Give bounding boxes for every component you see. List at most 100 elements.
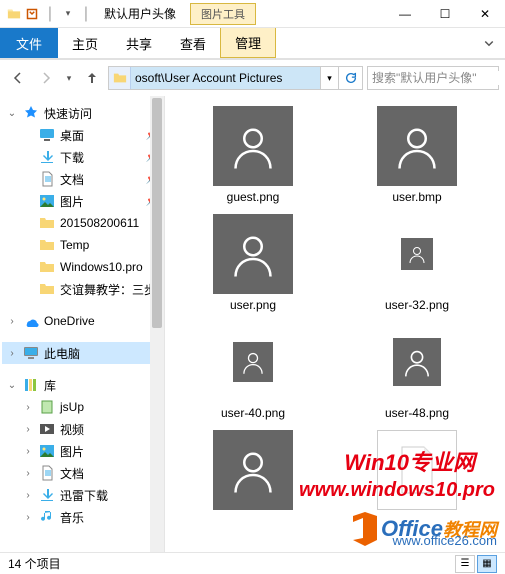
scrollbar-thumb[interactable] bbox=[152, 98, 162, 328]
tree-scrollbar[interactable] bbox=[150, 96, 164, 552]
chevron-icon[interactable]: › bbox=[22, 446, 34, 457]
search-bar[interactable]: ⌕ bbox=[367, 66, 499, 90]
address-bar[interactable]: ▾ bbox=[108, 66, 363, 90]
file-item[interactable]: guest.png bbox=[213, 106, 293, 204]
maximize-button[interactable]: ☐ bbox=[425, 0, 465, 28]
close-button[interactable]: ✕ bbox=[465, 0, 505, 28]
tree-quick-access[interactable]: ⌄ 快速访问 bbox=[2, 102, 164, 124]
tree-thispc[interactable]: › 此电脑 bbox=[2, 342, 164, 364]
file-item[interactable] bbox=[213, 430, 293, 514]
downloads-icon bbox=[38, 148, 56, 166]
window-title: 默认用户头像 bbox=[96, 5, 184, 22]
lib-icon bbox=[38, 398, 56, 416]
chevron-icon[interactable]: › bbox=[6, 316, 18, 327]
file-item[interactable]: user.bmp bbox=[377, 106, 457, 204]
chevron-icon[interactable]: › bbox=[22, 490, 34, 501]
tree-label: 视频 bbox=[60, 421, 84, 438]
file-thumb[interactable] bbox=[213, 430, 293, 510]
file-name: user.bmp bbox=[392, 190, 441, 204]
quick-save-icon[interactable] bbox=[24, 6, 40, 22]
tree-label: jsUp bbox=[60, 400, 84, 414]
tab-share[interactable]: 共享 bbox=[112, 28, 166, 58]
file-item[interactable]: user-48.png bbox=[385, 322, 449, 420]
tree-lib-item[interactable]: › 音乐 bbox=[2, 506, 164, 528]
desktop-icon bbox=[38, 126, 56, 144]
chevron-icon[interactable]: › bbox=[22, 402, 34, 413]
tree-quick-item[interactable]: 桌面 📌 bbox=[2, 124, 164, 146]
tree-label: 图片 bbox=[60, 443, 84, 460]
history-dropdown[interactable]: ▾ bbox=[62, 66, 76, 90]
file-thumb[interactable] bbox=[377, 106, 457, 186]
tree-lib-item[interactable]: › 迅雷下载 bbox=[2, 484, 164, 506]
file-item[interactable]: user.png bbox=[213, 214, 293, 312]
address-dropdown-icon[interactable]: ▾ bbox=[320, 67, 338, 89]
file-thumb[interactable] bbox=[213, 214, 293, 294]
tree-quick-item[interactable]: 201508200611 bbox=[2, 212, 164, 234]
file-item[interactable] bbox=[377, 430, 457, 514]
pictures-icon bbox=[38, 442, 56, 460]
file-thumb[interactable] bbox=[213, 106, 293, 186]
tree-lib-item[interactable]: › 图片 bbox=[2, 440, 164, 462]
tree-label: 下载 bbox=[60, 149, 84, 166]
chevron-icon[interactable]: ⌄ bbox=[6, 380, 18, 391]
tree-label: 快速访问 bbox=[44, 105, 92, 122]
tree-quick-item[interactable]: 文档 📌 bbox=[2, 168, 164, 190]
view-icons-button[interactable]: ▦ bbox=[477, 555, 497, 573]
tab-home[interactable]: 主页 bbox=[58, 28, 112, 58]
tree-quick-item[interactable]: Temp bbox=[2, 234, 164, 256]
nav-tree[interactable]: ⌄ 快速访问 桌面 📌 下载 📌 文档 📌 图片 📌 201508200611 … bbox=[0, 96, 165, 552]
tree-quick-item[interactable]: 下载 📌 bbox=[2, 146, 164, 168]
chevron-icon[interactable]: › bbox=[22, 512, 34, 523]
folder-icon bbox=[38, 258, 56, 276]
file-item[interactable]: user-40.png bbox=[221, 322, 285, 420]
ribbon-expand-icon[interactable] bbox=[473, 28, 505, 58]
view-details-button[interactable]: ☰ bbox=[455, 555, 475, 573]
file-content-area[interactable]: guest.png user.bmp user.png user-32.png … bbox=[165, 96, 505, 552]
file-tab[interactable]: 文件 bbox=[0, 28, 58, 58]
chevron-icon[interactable]: ⌄ bbox=[6, 108, 18, 119]
chevron-icon[interactable]: › bbox=[22, 468, 34, 479]
tree-quick-item[interactable]: Windows10.pro bbox=[2, 256, 164, 278]
chevron-icon[interactable]: › bbox=[6, 348, 18, 359]
watermark-office: Office教程网 www.office26.com bbox=[351, 512, 497, 546]
file-item[interactable]: user-32.png bbox=[385, 214, 449, 312]
divider-icon: | bbox=[42, 6, 58, 22]
refresh-button[interactable] bbox=[338, 67, 362, 89]
file-thumb[interactable] bbox=[401, 238, 433, 270]
tree-label: 图片 bbox=[60, 193, 84, 210]
tree-quick-item[interactable]: 图片 📌 bbox=[2, 190, 164, 212]
chevron-icon[interactable]: › bbox=[22, 424, 34, 435]
quick-dropdown-icon[interactable]: ▾ bbox=[60, 6, 76, 22]
file-name: user-48.png bbox=[385, 406, 449, 420]
tree-lib-item[interactable]: › 视频 bbox=[2, 418, 164, 440]
minimize-button[interactable]: — bbox=[385, 0, 425, 28]
tree-lib-item[interactable]: › jsUp bbox=[2, 396, 164, 418]
file-thumb[interactable] bbox=[233, 342, 273, 382]
folder-icon bbox=[6, 6, 22, 22]
tree-lib-item[interactable]: › 文档 bbox=[2, 462, 164, 484]
tab-view[interactable]: 查看 bbox=[166, 28, 220, 58]
tree-label: Temp bbox=[60, 238, 89, 252]
tree-onedrive[interactable]: › OneDrive bbox=[2, 310, 164, 332]
divider-icon: | bbox=[78, 6, 94, 22]
file-thumb[interactable] bbox=[377, 430, 457, 510]
search-input[interactable] bbox=[368, 71, 505, 85]
tab-manage[interactable]: 管理 bbox=[220, 28, 276, 58]
onedrive-icon bbox=[22, 312, 40, 330]
documents-icon bbox=[38, 170, 56, 188]
tree-quick-item[interactable]: 交谊舞教学：三步 bbox=[2, 278, 164, 300]
address-folder-icon[interactable] bbox=[109, 67, 131, 89]
pictures-icon bbox=[38, 192, 56, 210]
downloads-icon bbox=[38, 486, 56, 504]
file-name: user-40.png bbox=[221, 406, 285, 420]
context-tools-label: 图片工具 bbox=[190, 3, 256, 25]
forward-button[interactable] bbox=[34, 66, 58, 90]
back-button[interactable] bbox=[6, 66, 30, 90]
file-name: guest.png bbox=[227, 190, 280, 204]
tree-label: 迅雷下载 bbox=[60, 487, 108, 504]
address-input[interactable] bbox=[131, 67, 320, 89]
up-button[interactable] bbox=[80, 66, 104, 90]
file-thumb[interactable] bbox=[393, 338, 441, 386]
star-icon bbox=[22, 104, 40, 122]
tree-libraries[interactable]: ⌄ 库 bbox=[2, 374, 164, 396]
